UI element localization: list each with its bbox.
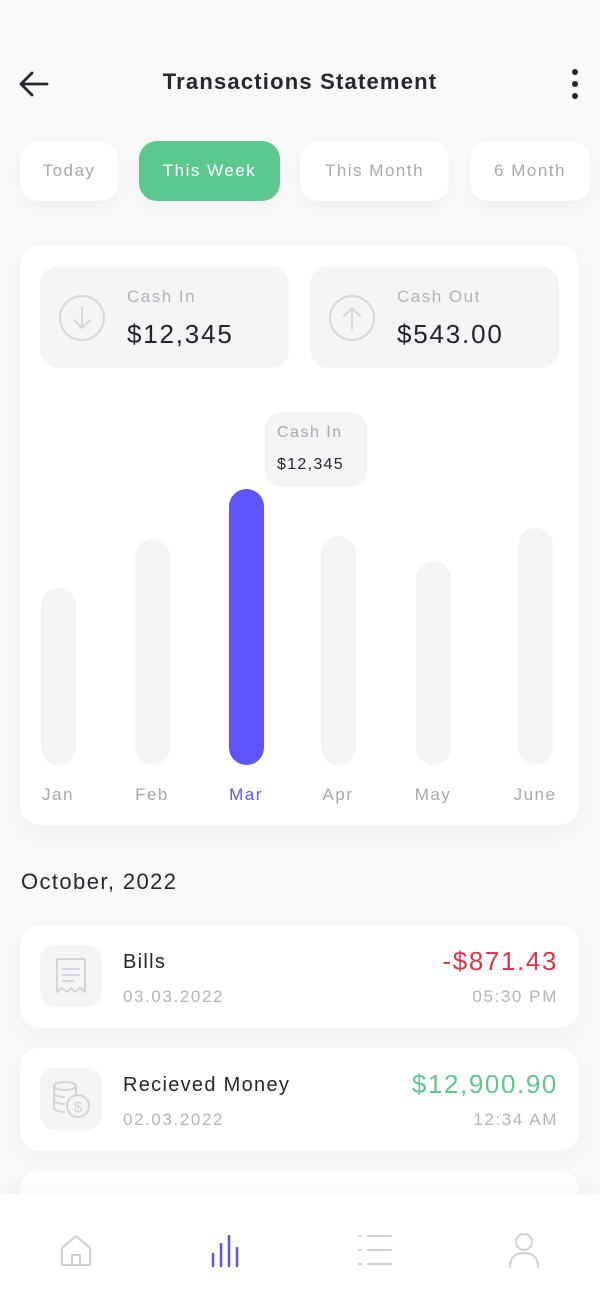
user-icon — [509, 1233, 539, 1268]
receipt-icon-tile — [40, 945, 102, 1007]
bottom-navigation — [0, 1194, 600, 1299]
bar-feb[interactable] — [135, 539, 170, 765]
svg-text:$: $ — [74, 1099, 83, 1116]
transaction-date: 02.03.2022 — [123, 1110, 225, 1129]
transaction-date: 03.03.2022 — [123, 987, 225, 1006]
nav-statistics[interactable] — [200, 1226, 248, 1274]
month-label-june[interactable]: June — [495, 785, 575, 805]
month-label-feb[interactable]: Feb — [112, 785, 192, 805]
tab-today[interactable]: Today — [20, 141, 118, 201]
header: Transactions Statement — [0, 52, 600, 114]
coins-icon: $ — [53, 1081, 90, 1118]
nav-home[interactable] — [52, 1226, 100, 1274]
month-label-may[interactable]: May — [393, 785, 473, 805]
nav-list[interactable] — [350, 1226, 398, 1274]
tab-6-month[interactable]: 6 Month — [470, 141, 590, 201]
more-vertical-icon — [572, 69, 578, 75]
transaction-amount: -$871.43 — [442, 946, 558, 976]
month-section-title: October, 2022 — [21, 869, 178, 894]
month-label-mar[interactable]: Mar — [206, 785, 286, 805]
list-icon — [358, 1235, 392, 1265]
transaction-name: Bills — [123, 951, 167, 973]
bar-jan[interactable] — [41, 588, 76, 765]
transaction-item-bills[interactable]: Bills 03.03.2022 -$871.43 05:30 PM — [20, 925, 579, 1028]
bar-june[interactable] — [518, 528, 553, 765]
tab-this-week[interactable]: This Week — [139, 141, 280, 201]
transaction-time: 05:30 PM — [472, 987, 558, 1006]
transaction-name: Recieved Money — [123, 1074, 291, 1096]
nav-profile[interactable] — [500, 1226, 548, 1274]
month-label-apr[interactable]: Apr — [298, 785, 378, 805]
transaction-amount: $12,900.90 — [411, 1069, 558, 1099]
bar-chart-icon — [211, 1234, 239, 1268]
bar-apr[interactable] — [321, 536, 356, 765]
month-label-jan[interactable]: Jan — [18, 785, 98, 805]
coins-icon-tile: $ — [40, 1068, 102, 1130]
home-icon — [61, 1235, 91, 1266]
more-options-button[interactable] — [560, 64, 590, 104]
period-tabs: Today This Week This Month 6 Month — [20, 141, 600, 201]
transaction-time: 12:34 AM — [473, 1110, 558, 1129]
page-title: Transactions Statement — [162, 69, 438, 94]
monthly-bar-chart: Jan Feb Mar Apr May June — [20, 245, 579, 825]
tooltip-label: Cash In — [277, 424, 343, 441]
bar-mar[interactable] — [229, 489, 264, 765]
receipt-icon — [56, 958, 86, 993]
tooltip-value: $12,345 — [277, 456, 344, 473]
bar-may[interactable] — [416, 561, 451, 765]
tab-this-month[interactable]: This Month — [300, 141, 449, 201]
chart-tooltip: Cash In $12,345 — [265, 412, 367, 487]
statement-card: Cash In $12,345 Cash Out $543.00 Jan Feb M… — [20, 245, 579, 825]
transaction-item-received-money[interactable]: $ Recieved Money 02.03.2022 $12,900.90 1… — [20, 1048, 579, 1151]
